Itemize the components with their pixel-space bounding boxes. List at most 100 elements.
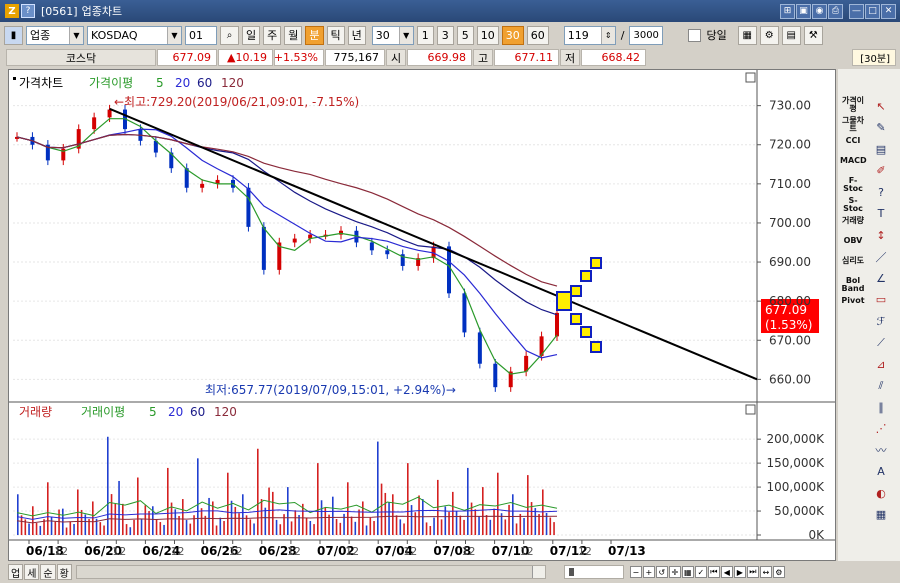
maximize-icon[interactable]: □ [865, 3, 880, 19]
period-tick[interactable]: 틱 [326, 25, 345, 45]
scroll-left-icon[interactable]: ◀ [720, 566, 733, 578]
fibonacci-icon[interactable]: ℱ [871, 312, 891, 330]
reset-view-icon[interactable]: ↺ [655, 566, 668, 578]
tab-detail[interactable]: 세 [24, 564, 40, 580]
expand-icon[interactable]: ↔ [759, 566, 772, 578]
period-day[interactable]: 일 [242, 25, 261, 45]
index-select[interactable]: KOSDAQ ▼ [87, 25, 182, 45]
indicator-2[interactable]: 그물차트 [840, 117, 866, 133]
camera-icon[interactable]: ◉ [812, 3, 827, 19]
interval-select[interactable]: 30 ▼ [371, 25, 414, 45]
indicator-10[interactable]: Bol Band [840, 277, 866, 293]
indicator-4[interactable]: MACD [840, 157, 867, 165]
table-icon[interactable]: ▦ [871, 506, 891, 524]
indicator-9[interactable]: 심리도 [840, 257, 866, 265]
zoom-slider[interactable] [563, 565, 624, 579]
interval-1[interactable]: 1 [416, 25, 434, 45]
channel-icon[interactable]: ⫽ [871, 377, 891, 395]
indicator-7[interactable]: 거래량 [840, 217, 866, 225]
gann-icon[interactable]: ⊿ [871, 355, 891, 373]
angle-line-icon[interactable]: ∠ [871, 269, 891, 287]
stepper-arrows-icon[interactable]: ⇕ [600, 26, 615, 44]
interval-5[interactable]: 5 [456, 25, 474, 45]
price-ma-title[interactable]: 가격이평 [89, 76, 133, 90]
indicator-5[interactable]: F-Stoc [840, 177, 866, 193]
speed-line-icon[interactable]: ⋰ [871, 420, 891, 438]
parallel-icon[interactable]: ∥ [871, 398, 891, 416]
tab-status[interactable]: 황 [56, 564, 72, 580]
indicator-3[interactable]: CCI [840, 137, 866, 145]
grid-icon[interactable]: ▦ [681, 566, 694, 578]
count-stepper[interactable]: 119 ⇕ [563, 25, 616, 45]
indicator-1[interactable]: 가격이평 [840, 97, 866, 113]
gear-icon[interactable]: ⚙ [759, 25, 779, 45]
table-icon[interactable]: ▦ [737, 25, 757, 45]
interval-3[interactable]: 3 [436, 25, 454, 45]
tab-industry[interactable]: 업 [8, 564, 24, 580]
pen-icon[interactable]: ✐ [871, 162, 891, 180]
same-day-checkbox[interactable] [688, 28, 702, 42]
zoom-slider-handle[interactable] [568, 568, 574, 576]
period-month[interactable]: 월 [284, 25, 303, 45]
print-icon[interactable]: ⎙ [828, 3, 843, 19]
close-icon[interactable]: ✕ [881, 3, 896, 19]
fan-icon[interactable]: ⟋ [871, 334, 891, 352]
chart-area[interactable]: 가격차트 가격이평 5 20 60 120 ←최고:729.20(2019/06… [8, 69, 836, 561]
volume-ma-title[interactable]: 거래이평 [81, 405, 125, 419]
volume-bar [294, 510, 297, 535]
tools-icon[interactable]: ⚒ [803, 25, 823, 45]
crosshair-icon[interactable]: ✛ [668, 566, 681, 578]
scroll-first-icon[interactable]: ⏮ [707, 566, 720, 578]
horizontal-scrollbar[interactable] [75, 565, 546, 579]
volume-chart-title[interactable]: 거래량 [19, 405, 52, 419]
wave-icon[interactable]: 〰 [871, 441, 891, 459]
volume-bar [467, 467, 469, 535]
zoom-in-icon[interactable]: + [642, 566, 655, 578]
link-icon[interactable]: ⊞ [780, 3, 795, 19]
interval-10[interactable]: 10 [476, 25, 499, 45]
price-chart-title[interactable]: 가격차트 [19, 76, 63, 90]
rectangle-icon[interactable]: ▭ [871, 291, 891, 309]
price-panel-maximize-icon[interactable] [745, 72, 756, 83]
indicator-6[interactable]: S-Stoc [840, 197, 866, 213]
tab-net[interactable]: 순 [40, 564, 56, 580]
save-layout-icon[interactable]: ▤ [781, 25, 801, 45]
volume-panel-maximize-icon[interactable] [745, 404, 756, 415]
check-icon[interactable]: ✓ [694, 566, 707, 578]
indicator-11[interactable]: Pivot [840, 297, 866, 305]
candle-body [92, 117, 97, 130]
settings-icon[interactable]: ⚙ [772, 566, 785, 578]
period-year[interactable]: 년 [347, 25, 366, 45]
chevron-down-icon[interactable]: ▼ [69, 26, 83, 44]
total-count-input[interactable]: 3000 [629, 25, 664, 45]
volume-bar [425, 522, 428, 535]
scroll-right-icon[interactable]: ▶ [733, 566, 746, 578]
search-icon[interactable]: ⌕ [220, 25, 239, 45]
code-input[interactable]: 01 [185, 25, 217, 45]
market-select[interactable]: 업종 ▼ [26, 25, 84, 45]
text-icon[interactable]: T [871, 205, 891, 223]
period-minute[interactable]: 분 [305, 25, 324, 45]
help-icon[interactable]: ? [21, 4, 35, 18]
indicator-8[interactable]: OBV [840, 237, 866, 245]
chart-type-icon[interactable]: ▮ [4, 25, 23, 45]
zoom-out-icon[interactable]: − [629, 566, 642, 578]
chevron-down-icon[interactable]: ▼ [167, 26, 181, 44]
auto-icon[interactable]: A [871, 463, 891, 481]
vertical-line-icon[interactable]: ↕ [871, 226, 891, 244]
interval-60[interactable]: 60 [526, 25, 549, 45]
scrollbar-thumb[interactable] [76, 566, 533, 578]
all-icon[interactable]: ▤ [871, 140, 891, 158]
minimize-icon[interactable]: — [849, 3, 864, 19]
interval-30[interactable]: 30 [501, 25, 524, 45]
eraser-icon[interactable]: ✎ [871, 119, 891, 137]
question-icon[interactable]: ? [871, 183, 891, 201]
diagonal-line-icon[interactable]: ／ [871, 248, 891, 266]
chart-canvas[interactable]: 가격차트 가격이평 5 20 60 120 ←최고:729.20(2019/06… [9, 70, 835, 560]
cursor-icon[interactable]: ↖ [871, 97, 891, 115]
chevron-down-icon[interactable]: ▼ [398, 26, 413, 44]
scroll-last-icon[interactable]: ⏭ [746, 566, 759, 578]
period-week[interactable]: 주 [263, 25, 282, 45]
cycle-icon[interactable]: ◐ [871, 484, 891, 502]
save-icon[interactable]: ▣ [796, 3, 811, 19]
